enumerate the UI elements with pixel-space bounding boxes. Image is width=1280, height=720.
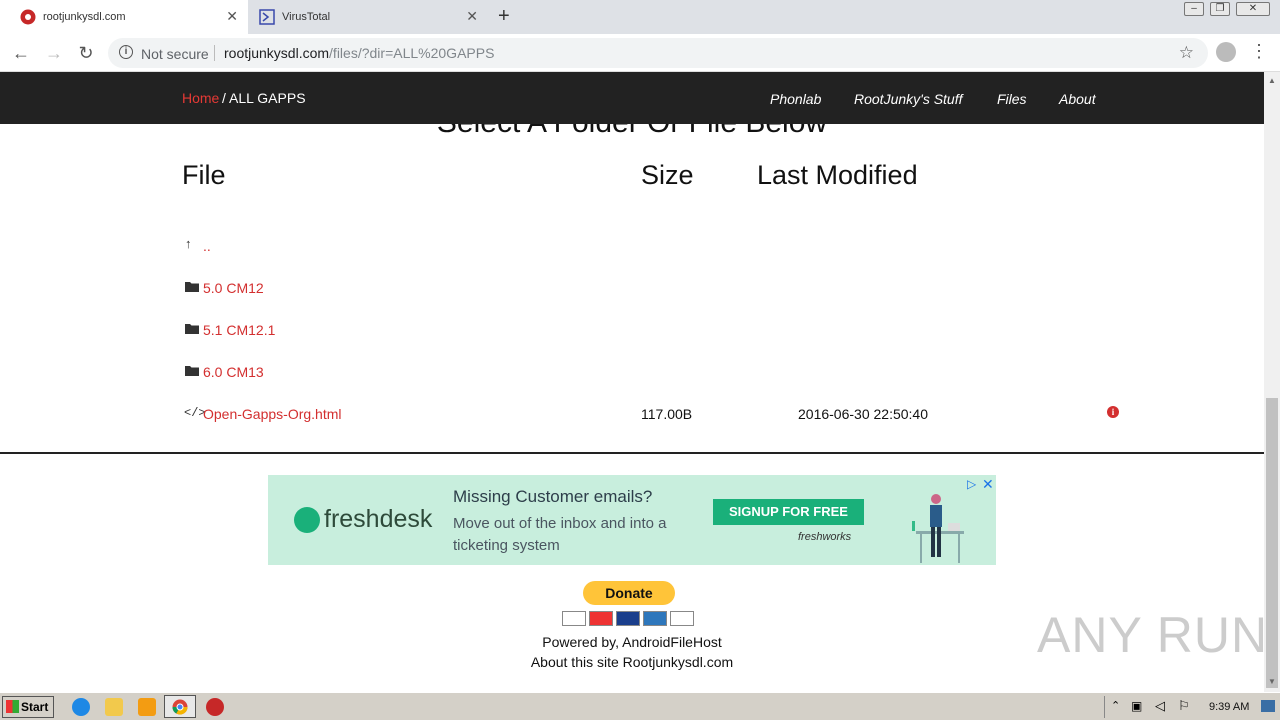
file-info-icon[interactable]: i: [1107, 406, 1119, 418]
explorer-icon[interactable]: [105, 698, 123, 716]
security-label: Not secure: [141, 46, 209, 62]
folder-icon: [185, 324, 199, 334]
menu-kebab-icon[interactable]: ⋮: [1250, 41, 1268, 61]
tab-title: rootjunkysdl.com: [43, 11, 126, 23]
tab-virustotal[interactable]: VirusTotal ✕: [248, 0, 488, 34]
close-tab-icon[interactable]: ✕: [466, 8, 478, 24]
breadcrumb-current: / ALL GAPPS: [222, 90, 306, 106]
tab-title: VirusTotal: [282, 11, 331, 23]
ad-headline: Missing Customer emails?: [453, 487, 653, 506]
headset-icon: [294, 507, 320, 534]
url-path: /files/?dir=ALL%20GAPPS: [329, 45, 495, 61]
row-modified: 2016-06-30 22:50:40: [798, 406, 928, 422]
address-bar[interactable]: i Not secure rootjunkysdl.com/files/?dir…: [108, 38, 1208, 68]
windows-taskbar: Start ⌃ ▣ ◁ ⚐ 9:39 AM: [0, 692, 1280, 720]
anyrun-watermark: ANY RUN: [1037, 607, 1269, 663]
info-icon[interactable]: i: [119, 45, 133, 59]
row-link[interactable]: Open-Gapps-Org.html: [203, 406, 342, 422]
restore-icon[interactable]: ❐: [1210, 2, 1230, 16]
file-listing: Select A Folder Or File Below File Size …: [0, 124, 1264, 454]
scroll-down-icon[interactable]: ▼: [1268, 677, 1276, 686]
nav-rootjunkys-stuff[interactable]: RootJunky's Stuff: [854, 91, 963, 107]
visa-icon: [562, 611, 586, 626]
payment-cards: [562, 611, 694, 626]
network-icon[interactable]: ▣: [1131, 699, 1142, 713]
flag-icon[interactable]: ⚐: [1178, 698, 1190, 714]
site-header: Home / ALL GAPPS Phonlab RootJunky's Stu…: [0, 72, 1264, 124]
amex-icon: [643, 611, 667, 626]
page-heading: Select A Folder Or File Below: [0, 124, 1264, 140]
column-file: File: [182, 160, 226, 190]
url-host: rootjunkysdl.com: [224, 45, 330, 61]
up-arrow-icon: ↑: [185, 236, 192, 251]
url-text[interactable]: rootjunkysdl.com/files/?dir=ALL%20GAPPS: [224, 45, 494, 61]
chrome-icon: [172, 699, 188, 715]
content-divider: [0, 452, 1264, 454]
windows-logo-icon: [6, 700, 19, 713]
chrome-taskbar-button[interactable]: [164, 695, 196, 718]
donate-button[interactable]: Donate: [583, 581, 675, 605]
ad-body: Move out of the inbox and into a ticketi…: [453, 515, 667, 554]
opera-icon[interactable]: [206, 698, 224, 716]
person-illustration-icon: [912, 494, 964, 563]
close-tab-icon[interactable]: ✕: [226, 8, 238, 24]
screen: rootjunkysdl.com ✕ VirusTotal ✕ + – ❐ ✕ …: [0, 0, 1280, 720]
bookmark-star-icon[interactable]: ☆: [1179, 43, 1194, 63]
browser-toolbar: ← → ↻ i Not secure rootjunkysdl.com/file…: [0, 34, 1280, 72]
nav-about[interactable]: About: [1059, 91, 1096, 107]
show-desktop-icon[interactable]: [1261, 700, 1275, 712]
volume-icon[interactable]: ◁: [1155, 698, 1165, 714]
virustotal-favicon-icon: [259, 9, 275, 25]
nav-files[interactable]: Files: [997, 91, 1027, 107]
row-size: 117.00B: [641, 406, 693, 422]
tray-expand-icon[interactable]: ⌃: [1111, 699, 1120, 712]
ad-sub-brand: freshworks: [798, 531, 852, 543]
ad-close-icon[interactable]: ✕: [982, 476, 994, 493]
ad-brand: freshdesk: [294, 505, 432, 534]
row-link[interactable]: 6.0 CM13: [203, 364, 264, 380]
reload-icon[interactable]: ↻: [75, 42, 97, 64]
maestro-icon: [616, 611, 640, 626]
column-last-modified: Last Modified: [757, 160, 918, 190]
adchoices-icon[interactable]: ▷: [967, 477, 976, 491]
clock: 9:39 AM: [1209, 701, 1250, 713]
divider: [214, 45, 215, 61]
tab-rootjunkysdl[interactable]: rootjunkysdl.com ✕: [0, 0, 248, 34]
tab-strip: rootjunkysdl.com ✕ VirusTotal ✕ + – ❐ ✕: [0, 0, 1280, 34]
discover-icon: [670, 611, 694, 626]
new-tab-icon[interactable]: +: [498, 6, 510, 26]
forward-icon[interactable]: →: [43, 42, 65, 64]
row-link[interactable]: 5.1 CM12.1: [203, 322, 275, 338]
back-icon[interactable]: ←: [10, 42, 32, 64]
ie-icon[interactable]: [72, 698, 90, 716]
media-player-icon[interactable]: [138, 698, 156, 716]
breadcrumb-home-link[interactable]: Home: [182, 90, 219, 106]
column-size: Size: [641, 160, 694, 190]
row-link[interactable]: 5.0 CM12: [203, 280, 264, 296]
scroll-up-icon[interactable]: ▲: [1268, 76, 1276, 85]
ad-signup-button[interactable]: SIGNUP FOR FREE: [713, 499, 864, 525]
freshdesk-ad[interactable]: freshdesk Missing Customer emails? Move …: [268, 475, 996, 565]
close-window-icon[interactable]: ✕: [1236, 2, 1270, 16]
page-scrollbar[interactable]: ▲ ▼: [1264, 72, 1280, 692]
profile-avatar-icon[interactable]: [1216, 42, 1236, 62]
nav-phonlab[interactable]: Phonlab: [770, 91, 821, 107]
start-label: Start: [21, 700, 49, 714]
scroll-thumb[interactable]: [1266, 398, 1278, 688]
minimize-icon[interactable]: –: [1184, 2, 1204, 16]
row-link[interactable]: ..: [203, 238, 211, 254]
mastercard-icon: [589, 611, 613, 626]
folder-icon: [185, 282, 199, 292]
site-favicon-icon: [20, 9, 36, 25]
start-button[interactable]: Start: [2, 696, 54, 718]
ad-brand-text: freshdesk: [324, 505, 433, 533]
system-tray: ⌃ ▣ ◁ ⚐: [1104, 696, 1278, 718]
folder-icon: [185, 366, 199, 376]
